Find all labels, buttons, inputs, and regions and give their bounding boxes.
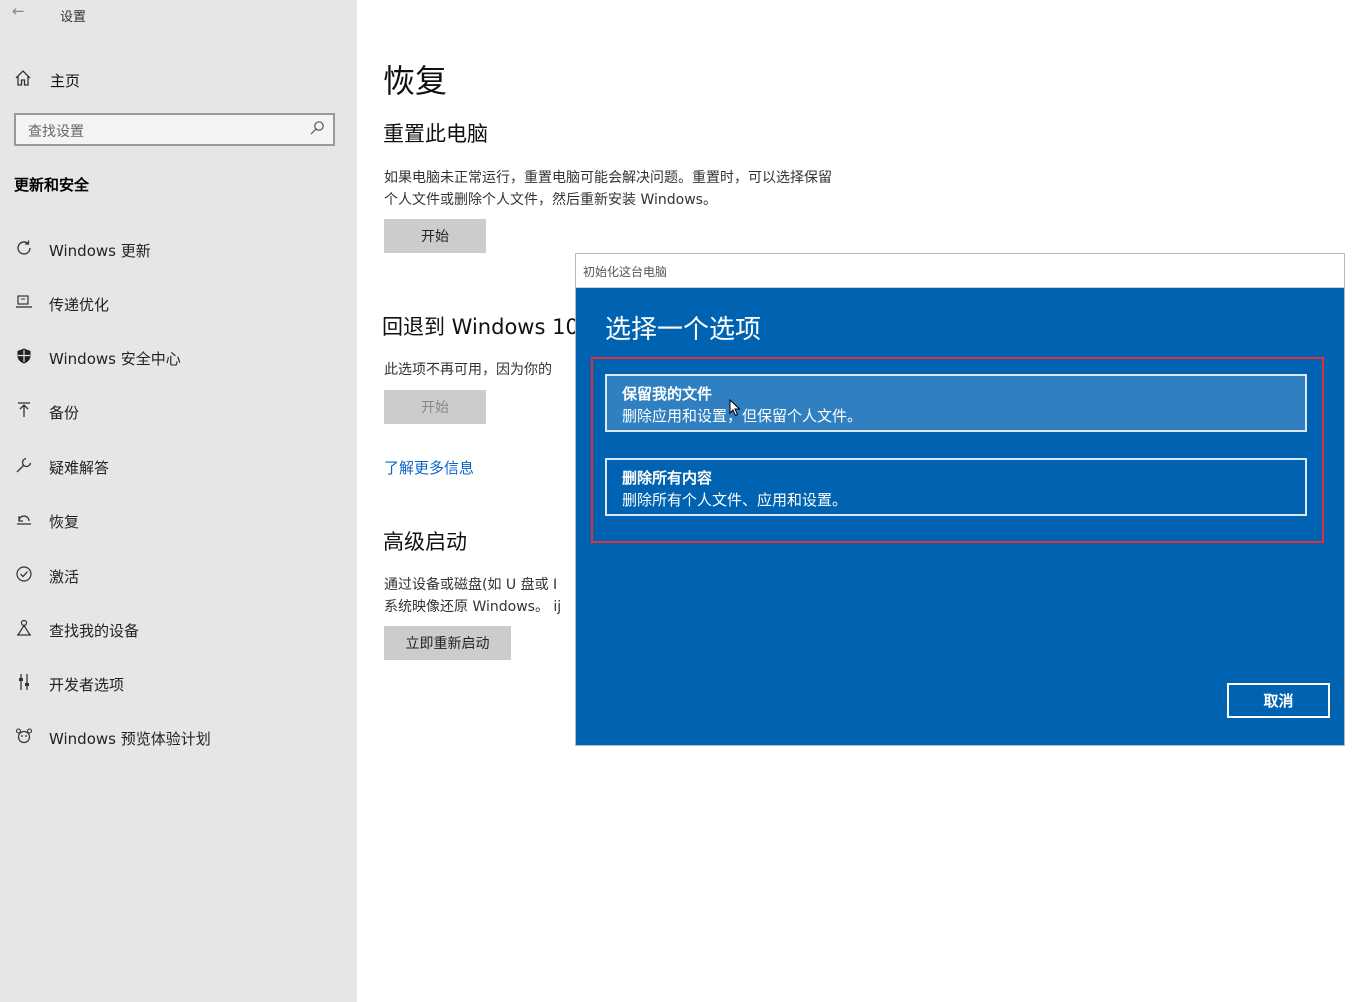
check-circle-icon xyxy=(12,565,36,587)
sidebar-item-label: 疑难解答 xyxy=(49,458,110,477)
sidebar-item-home[interactable]: 主页 xyxy=(14,68,80,92)
sidebar-item-windows-security[interactable]: Windows 安全中心 xyxy=(12,344,181,372)
reset-description: 如果电脑未正常运行，重置电脑可能会解决问题。重置时，可以选择保留 个人文件或删除… xyxy=(384,167,832,211)
dialog-window-title: 初始化这台电脑 xyxy=(583,265,668,279)
rollback-description: 此选项不再可用，因为你的 xyxy=(384,362,552,378)
sidebar-item-developer-options[interactable]: 开发者选项 xyxy=(12,670,124,698)
reset-start-button[interactable]: 开始 xyxy=(384,219,486,253)
sidebar-item-label: 查找我的设备 xyxy=(49,621,140,640)
home-label: 主页 xyxy=(50,71,81,90)
sidebar-item-backup[interactable]: 备份 xyxy=(12,398,79,426)
keep-my-files-option[interactable]: 保留我的文件 删除应用和设置，但保留个人文件。 xyxy=(605,374,1307,432)
dialog-heading: 选择一个选项 xyxy=(605,315,762,345)
option-description: 删除应用和设置，但保留个人文件。 xyxy=(622,407,863,425)
mouse-cursor-icon xyxy=(729,398,741,417)
back-arrow-icon[interactable]: ← xyxy=(12,2,25,20)
sidebar-item-label: 激活 xyxy=(49,567,80,586)
rollback-start-button: 开始 xyxy=(384,390,486,424)
advanced-description-line: 系统映像还原 Windows。 ij xyxy=(384,599,562,615)
search-input[interactable]: 查找设置 xyxy=(14,113,335,146)
advanced-description-line: 通过设备或磁盘(如 U 盘或 I xyxy=(384,577,558,593)
reset-description-line: 个人文件或删除个人文件，然后重新安装 Windows。 xyxy=(384,192,717,208)
sidebar-item-activation[interactable]: 激活 xyxy=(12,562,79,590)
sidebar-item-label: Windows 更新 xyxy=(49,241,151,260)
sidebar-item-find-my-device[interactable]: 查找我的设备 xyxy=(12,616,139,644)
sidebar-item-windows-update[interactable]: Windows 更新 xyxy=(12,236,151,264)
section-title: 更新和安全 xyxy=(14,176,90,194)
page-title: 恢复 xyxy=(383,62,448,100)
sidebar: ← 设置 主页 查找设置 更新和安全 Windows 更新 传递优化 Windo… xyxy=(0,0,357,1002)
remove-everything-option[interactable]: 删除所有内容 删除所有个人文件、应用和设置。 xyxy=(605,458,1307,516)
option-title: 保留我的文件 xyxy=(622,385,713,403)
search-icon[interactable] xyxy=(309,120,325,140)
developer-icon xyxy=(12,673,36,695)
option-title: 删除所有内容 xyxy=(622,469,713,487)
sidebar-item-label: Windows 安全中心 xyxy=(49,349,181,368)
sidebar-item-label: 备份 xyxy=(49,403,80,422)
sidebar-item-windows-insider[interactable]: Windows 预览体验计划 xyxy=(12,724,211,752)
sidebar-item-troubleshoot[interactable]: 疑难解答 xyxy=(12,453,109,481)
backup-icon xyxy=(12,401,36,423)
app-title: 设置 xyxy=(60,10,87,25)
sidebar-item-recovery[interactable]: 恢复 xyxy=(12,507,79,535)
advanced-startup-heading: 高级启动 xyxy=(383,530,467,554)
reset-pc-dialog: 初始化这台电脑 选择一个选项 保留我的文件 删除应用和设置，但保留个人文件。 删… xyxy=(575,253,1345,746)
dialog-title-bar: 初始化这台电脑 xyxy=(576,254,1344,288)
home-icon xyxy=(14,69,36,91)
insider-icon xyxy=(12,727,36,749)
find-device-icon xyxy=(12,619,36,641)
shield-icon xyxy=(12,347,36,369)
learn-more-link[interactable]: 了解更多信息 xyxy=(384,457,474,478)
sidebar-item-label: 传递优化 xyxy=(49,295,110,314)
recovery-icon xyxy=(12,510,36,532)
search-placeholder: 查找设置 xyxy=(28,124,84,140)
wrench-icon xyxy=(12,456,36,478)
sidebar-item-label: 恢复 xyxy=(49,512,80,531)
rollback-heading: 回退到 Windows 10 xyxy=(382,315,579,339)
sidebar-item-label: 开发者选项 xyxy=(49,675,125,694)
reset-description-line: 如果电脑未正常运行，重置电脑可能会解决问题。重置时，可以选择保留 xyxy=(384,170,832,186)
sidebar-item-label: Windows 预览体验计划 xyxy=(49,729,211,748)
delivery-icon xyxy=(12,293,36,315)
option-description: 删除所有个人文件、应用和设置。 xyxy=(622,491,848,509)
cancel-button[interactable]: 取消 xyxy=(1227,683,1330,718)
sidebar-item-delivery-optimization[interactable]: 传递优化 xyxy=(12,290,109,318)
title-bar: ← 设置 xyxy=(0,0,357,30)
advanced-startup-description: 通过设备或磁盘(如 U 盘或 I 系统映像还原 Windows。 ij xyxy=(384,574,561,618)
refresh-icon xyxy=(12,239,36,261)
reset-heading: 重置此电脑 xyxy=(383,122,488,146)
restart-now-button[interactable]: 立即重新启动 xyxy=(384,626,511,660)
